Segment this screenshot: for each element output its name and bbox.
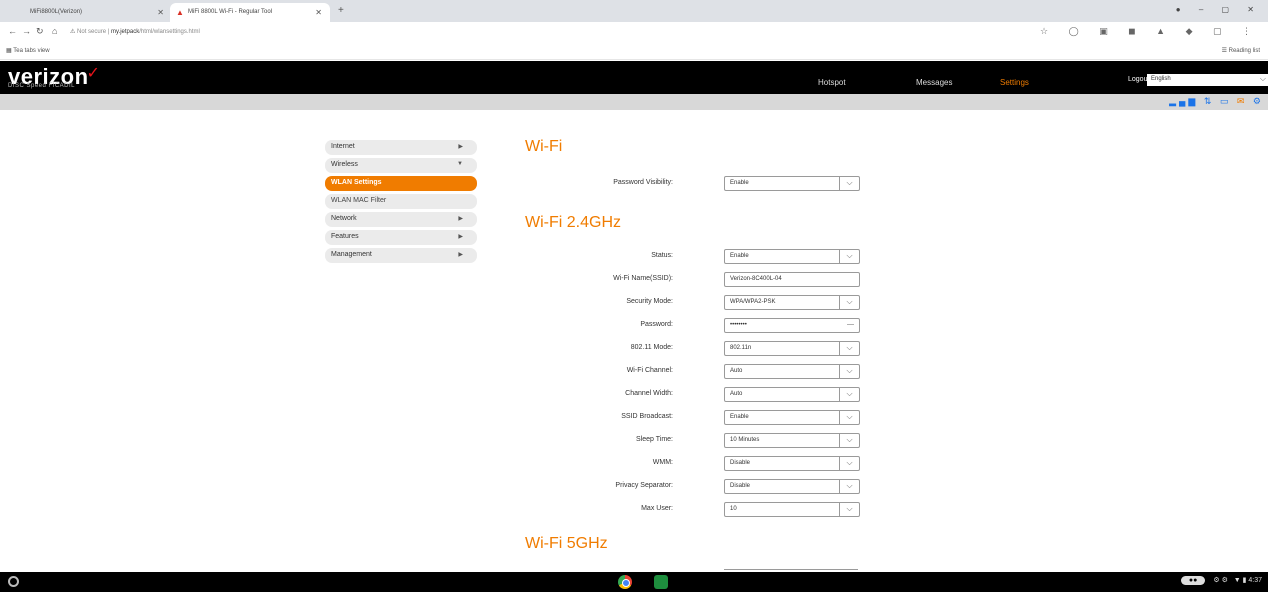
launcher-icon[interactable] xyxy=(8,576,19,587)
chevron-down-icon: ⌵ xyxy=(1259,74,1266,83)
chevron-down-icon: ⌵ xyxy=(839,341,859,356)
back-icon[interactable]: ← xyxy=(8,26,17,36)
ssid-input[interactable]: Verizon-8C400L-04 xyxy=(724,272,860,287)
ssid-broadcast-select[interactable]: Enable ⌵ xyxy=(724,410,860,425)
bookmarks-bar: ▦ Tea tabs view ☰ Reading list xyxy=(0,42,1268,60)
mode-80211-row: 802.11 Mode: 802.11n ⌵ xyxy=(525,341,865,358)
privacy-separator-row: Privacy Separator: Disable ⌵ xyxy=(525,479,865,496)
field-label: Password Visibility: xyxy=(613,179,673,186)
nav-messages[interactable]: Messages xyxy=(916,78,952,87)
browser-tabbar: MiFi8800L(Verizon) ✕ ▲ MiFi 8800L Wi-Fi … xyxy=(0,0,1268,22)
mode-80211-select[interactable]: 802.11n ⌵ xyxy=(724,341,860,356)
warning-icon: ▲ xyxy=(176,8,184,17)
section-title-wifi-24ghz: Wi-Fi 2.4GHz xyxy=(525,214,621,231)
wifi-channel-select[interactable]: Auto ⌵ xyxy=(724,364,860,379)
status-select[interactable]: Enable ⌵ xyxy=(724,249,860,264)
clock: 4:37 xyxy=(1248,577,1262,584)
tab-title: MiFi 8800L Wi-Fi - Regular Tool xyxy=(188,9,273,15)
chevron-down-icon: ⌵ xyxy=(839,410,859,425)
app-icon[interactable] xyxy=(654,575,668,589)
password-input[interactable]: •••••••• — xyxy=(724,318,860,333)
os-taskbar: ●● ⚙ ⚙ ▼ ▮ 4:37 xyxy=(0,572,1268,592)
sidebar-item-network[interactable]: Network ▶ xyxy=(325,212,477,227)
chevron-down-icon: ▼ xyxy=(457,161,463,167)
home-icon[interactable]: ⌂ xyxy=(52,26,57,36)
tray-pill[interactable]: ●● xyxy=(1180,576,1206,585)
channel-width-select[interactable]: Auto ⌵ xyxy=(724,387,860,402)
max-user-row: Max User: 10 ⌵ xyxy=(525,502,865,519)
privacy-separator-select[interactable]: Disable ⌵ xyxy=(724,479,860,494)
chevron-down-icon: ⌵ xyxy=(839,433,859,448)
chrome-icon[interactable] xyxy=(618,575,632,589)
address-bar[interactable]: ⚠ Not secure | my.jetpack/html/wlansetti… xyxy=(70,25,1080,39)
chevron-down-icon: ⌵ xyxy=(839,176,859,191)
browser-tab[interactable]: MiFi8800L(Verizon) ✕ xyxy=(12,3,172,22)
settings-sidebar: Internet ▶ Wireless ▼ WLAN Settings WLAN M… xyxy=(325,140,477,266)
chevron-down-icon: ⌵ xyxy=(839,479,859,494)
chevron-down-icon: ⌵ xyxy=(839,502,859,517)
ssid-broadcast-row: SSID Broadcast: Enable ⌵ xyxy=(525,410,865,427)
sidebar-item-wlan-mac-filter[interactable]: WLAN MAC Filter xyxy=(325,194,477,209)
chevron-right-icon: ▶ xyxy=(458,234,463,240)
sidebar-item-wlan-settings[interactable]: WLAN Settings xyxy=(325,176,477,191)
password-visibility-select[interactable]: Enable ⌵ xyxy=(724,176,860,191)
browser-toolbar: ← → ↻ ⌂ ⚠ Not secure | my.jetpack/html/w… xyxy=(0,22,1268,42)
security-mode-select[interactable]: WPA/WPA2-PSK ⌵ xyxy=(724,295,860,310)
sidebar-item-features[interactable]: Features ▶ xyxy=(325,230,477,245)
chevron-right-icon: ▶ xyxy=(458,252,463,258)
password-visibility-row: Password Visibility: Enable ⌵ xyxy=(525,176,865,193)
section-title-wifi: Wi-Fi xyxy=(525,138,563,155)
reload-icon[interactable]: ↻ xyxy=(36,26,44,37)
sidebar-item-internet[interactable]: Internet ▶ xyxy=(325,140,477,155)
nav-settings[interactable]: Settings xyxy=(1000,78,1029,87)
wifi-channel-row: Wi-Fi Channel: Auto ⌵ xyxy=(525,364,865,381)
sleep-time-select[interactable]: 10 Minutes ⌵ xyxy=(724,433,860,448)
nav-hotspot[interactable]: Hotspot xyxy=(818,78,846,87)
device-model: DISC Speed FICADIL xyxy=(8,83,76,89)
extension-icons[interactable]: ☆ ◯ ▣ ◼ ▲ ◆ ▢ ⋮ xyxy=(1040,26,1260,37)
chevron-down-icon: ⌵ xyxy=(839,456,859,471)
status-strip: ▂▄▆ ⇅ ▭ ✉ ⚙ xyxy=(0,94,1268,110)
status-icons: ▂▄▆ ⇅ ▭ ✉ ⚙ xyxy=(1169,96,1264,106)
sleep-time-row: Sleep Time: 10 Minutes ⌵ xyxy=(525,433,865,450)
system-tray[interactable]: ●● ⚙ ⚙ ▼ ▮ 4:37 xyxy=(1180,576,1262,585)
url-path: /html/wlansettings.html xyxy=(139,29,200,35)
reading-list-button[interactable]: ☰ Reading list xyxy=(1222,47,1260,54)
not-secure-icon: ⚠ xyxy=(70,29,78,35)
chevron-right-icon: ▶ xyxy=(458,144,463,150)
status-row: Status: Enable ⌵ xyxy=(525,249,865,266)
security-mode-row: Security Mode: WPA/WPA2-PSK ⌵ xyxy=(525,295,865,312)
chevron-down-icon: ⌵ xyxy=(839,249,859,264)
ssid-row: Wi-Fi Name(SSID): Verizon-8C400L-04 xyxy=(525,272,865,289)
close-icon[interactable]: ✕ xyxy=(157,8,164,17)
window-controls[interactable]: ● – ▢ ✕ xyxy=(1176,5,1262,14)
url-host: my.jetpack xyxy=(110,29,140,35)
wmm-row: WMM: Disable ⌵ xyxy=(525,456,865,473)
sidebar-item-management[interactable]: Management ▶ xyxy=(325,248,477,263)
wmm-select[interactable]: Disable ⌵ xyxy=(724,456,860,471)
chevron-right-icon: ▶ xyxy=(458,216,463,222)
chevron-down-icon: ⌵ xyxy=(839,364,859,379)
new-tab-icon[interactable]: + xyxy=(338,5,344,16)
channel-width-row: Channel Width: Auto ⌵ xyxy=(525,387,865,404)
language-select[interactable]: English ⌵ xyxy=(1147,74,1268,86)
site-header: verizon✓ DISC Speed FICADIL Hotspot Mess… xyxy=(0,61,1268,94)
apps-bookmark[interactable]: ▦ Tea tabs view xyxy=(6,47,50,54)
show-password-icon[interactable]: — xyxy=(847,321,854,328)
forward-icon[interactable]: → xyxy=(22,26,31,36)
chevron-down-icon: ⌵ xyxy=(839,387,859,402)
tab-title: MiFi8800L(Verizon) xyxy=(30,9,83,15)
sidebar-item-wireless[interactable]: Wireless ▼ xyxy=(325,158,477,173)
not-secure-label: Not secure xyxy=(77,29,107,35)
close-icon[interactable]: ✕ xyxy=(315,8,322,17)
chevron-down-icon: ⌵ xyxy=(839,295,859,310)
browser-tab-active[interactable]: ▲ MiFi 8800L Wi-Fi - Regular Tool ✕ xyxy=(170,3,330,22)
section-title-wifi-5ghz: Wi-Fi 5GHz xyxy=(525,535,608,552)
password-row: Password: •••••••• — xyxy=(525,318,865,335)
max-user-select[interactable]: 10 ⌵ xyxy=(724,502,860,517)
